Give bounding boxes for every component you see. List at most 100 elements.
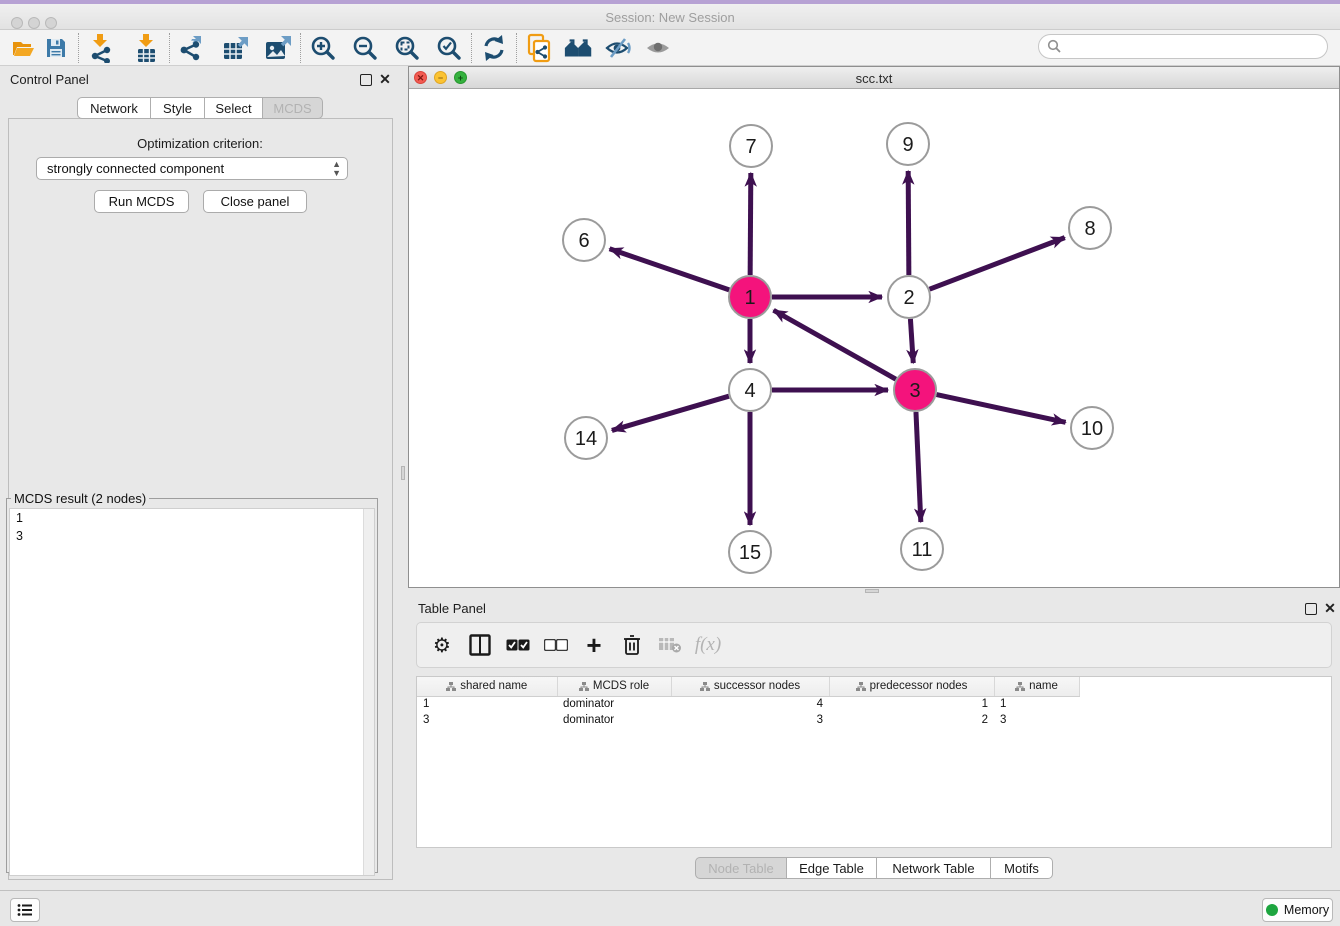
- tab-node-table[interactable]: Node Table: [695, 857, 787, 879]
- show-selected-icon[interactable]: [643, 32, 675, 64]
- show-all-networks-icon[interactable]: [563, 32, 595, 64]
- toolbar-separator: [169, 33, 170, 63]
- column-sort-icon: [446, 682, 456, 691]
- main-toolbar: [0, 30, 1340, 66]
- tab-motifs[interactable]: Motifs: [991, 857, 1053, 879]
- tab-mcds[interactable]: MCDS: [263, 97, 323, 119]
- add-column-icon[interactable]: +: [581, 632, 607, 658]
- graph-node-label: 8: [1084, 218, 1095, 240]
- graph-node-label: 7: [745, 136, 756, 158]
- table-cell: 4: [671, 696, 829, 712]
- vertical-splitter-handle[interactable]: [401, 466, 405, 480]
- tab-network[interactable]: Network: [77, 97, 151, 119]
- network-canvas[interactable]: 1234678910111415: [409, 89, 1339, 587]
- column-sort-icon: [700, 682, 710, 691]
- network-window: ✕ − + scc.txt 1234678910111415: [408, 66, 1340, 588]
- show-columns-icon[interactable]: [467, 632, 493, 658]
- graph-edge-4-14[interactable]: [612, 396, 729, 430]
- graph-edge-3-1[interactable]: [774, 310, 896, 379]
- table-row[interactable]: 1dominator411: [417, 696, 1079, 712]
- zoom-selected-icon[interactable]: [433, 32, 465, 64]
- table-float-panel-icon[interactable]: [1305, 603, 1317, 615]
- apply-layout-icon[interactable]: [478, 32, 510, 64]
- horizontal-splitter-handle[interactable]: [865, 589, 879, 593]
- zoom-out-icon[interactable]: [349, 32, 381, 64]
- zoom-fit-icon[interactable]: [391, 32, 423, 64]
- column-header-successor-nodes[interactable]: successor nodes: [671, 677, 829, 696]
- import-network-icon[interactable]: [85, 32, 117, 64]
- control-panel-title: Control Panel: [10, 72, 89, 87]
- delete-table-icon[interactable]: [657, 632, 683, 658]
- criterion-dropdown[interactable]: strongly connected component ▲▼: [36, 157, 348, 180]
- tab-edge-table[interactable]: Edge Table: [787, 857, 877, 879]
- zoom-in-icon[interactable]: [307, 32, 339, 64]
- search-input[interactable]: [1062, 39, 1312, 54]
- run-mcds-button[interactable]: Run MCDS: [94, 190, 189, 213]
- table-cell: 2: [829, 712, 994, 728]
- clone-network-icon[interactable]: [523, 32, 555, 64]
- import-table-icon[interactable]: [131, 32, 163, 64]
- table-close-panel-icon[interactable]: ✕: [1324, 603, 1336, 615]
- optimization-criterion-label: Optimization criterion:: [0, 136, 400, 151]
- table-cell: 3: [671, 712, 829, 728]
- horizontal-splitter[interactable]: [408, 588, 1340, 595]
- graph-node-label: 3: [909, 380, 920, 402]
- export-image-icon[interactable]: [262, 32, 294, 64]
- table-cell: 3: [417, 712, 557, 728]
- column-header-shared-name[interactable]: shared name: [417, 677, 557, 696]
- graph-edge-3-11[interactable]: [916, 412, 921, 522]
- float-panel-icon[interactable]: [360, 74, 372, 86]
- select-all-columns-icon[interactable]: [505, 632, 531, 658]
- search-field[interactable]: [1038, 34, 1328, 59]
- graph-edge-2-9[interactable]: [908, 171, 909, 275]
- column-header-MCDS-role[interactable]: MCDS role: [557, 677, 671, 696]
- table-settings-icon[interactable]: ⚙: [429, 632, 455, 658]
- memory-button[interactable]: Memory: [1262, 898, 1333, 922]
- table-panel: Table Panel ✕ ⚙ + f(x) shared nameMCDS r…: [408, 595, 1340, 890]
- toolbar-separator: [471, 33, 472, 63]
- column-sort-icon: [579, 682, 589, 691]
- close-panel-button[interactable]: Close panel: [203, 190, 307, 213]
- save-session-icon[interactable]: [40, 32, 72, 64]
- vertical-splitter[interactable]: [400, 66, 408, 890]
- network-graph-svg: 1234678910111415: [409, 89, 1339, 587]
- tab-select[interactable]: Select: [205, 97, 263, 119]
- graph-edge-3-10[interactable]: [937, 395, 1066, 423]
- tab-network-table[interactable]: Network Table: [877, 857, 991, 879]
- graph-edge-1-7[interactable]: [750, 173, 751, 275]
- graph-node-label: 11: [912, 539, 933, 561]
- open-file-icon[interactable]: [8, 32, 40, 64]
- graph-node-label: 2: [903, 287, 914, 309]
- result-line: 3: [10, 527, 374, 545]
- mcds-result-list[interactable]: 13: [9, 508, 375, 876]
- unselect-all-columns-icon[interactable]: [543, 632, 569, 658]
- table-cell: 1: [994, 696, 1079, 712]
- graph-edge-2-8[interactable]: [930, 238, 1065, 290]
- export-network-icon[interactable]: [176, 32, 208, 64]
- control-panel-tabs: NetworkStyleSelectMCDS: [77, 97, 323, 119]
- column-header-name[interactable]: name: [994, 677, 1079, 696]
- graph-node-label: 15: [739, 542, 761, 564]
- hide-selected-icon[interactable]: [603, 32, 635, 64]
- toolbar-separator: [300, 33, 301, 63]
- status-bar: Memory: [0, 890, 1340, 926]
- app-title: Session: New Session: [0, 10, 1340, 25]
- export-table-icon[interactable]: [220, 32, 252, 64]
- table-row[interactable]: 3dominator323: [417, 712, 1079, 728]
- node-table: shared nameMCDS rolesuccessor nodesprede…: [416, 676, 1332, 848]
- graph-edge-1-6[interactable]: [610, 249, 730, 290]
- column-header-predecessor-nodes[interactable]: predecessor nodes: [829, 677, 994, 696]
- tab-style[interactable]: Style: [151, 97, 205, 119]
- control-panel: Control Panel ✕ NetworkStyleSelectMCDS O…: [0, 66, 400, 890]
- column-sort-icon: [1015, 682, 1025, 691]
- mcds-result-title: MCDS result (2 nodes): [11, 491, 149, 506]
- result-scrollbar[interactable]: [363, 509, 374, 875]
- network-window-titlebar[interactable]: ✕ − + scc.txt: [409, 67, 1339, 89]
- delete-column-icon[interactable]: [619, 632, 645, 658]
- task-history-button[interactable]: [10, 898, 40, 922]
- close-panel-icon[interactable]: ✕: [379, 74, 391, 86]
- function-builder-icon[interactable]: f(x): [695, 632, 721, 658]
- table-tabs: Node TableEdge TableNetwork TableMotifs: [408, 857, 1340, 879]
- graph-edge-2-3[interactable]: [910, 319, 913, 363]
- table-body: 1dominator4113dominator323: [417, 696, 1079, 728]
